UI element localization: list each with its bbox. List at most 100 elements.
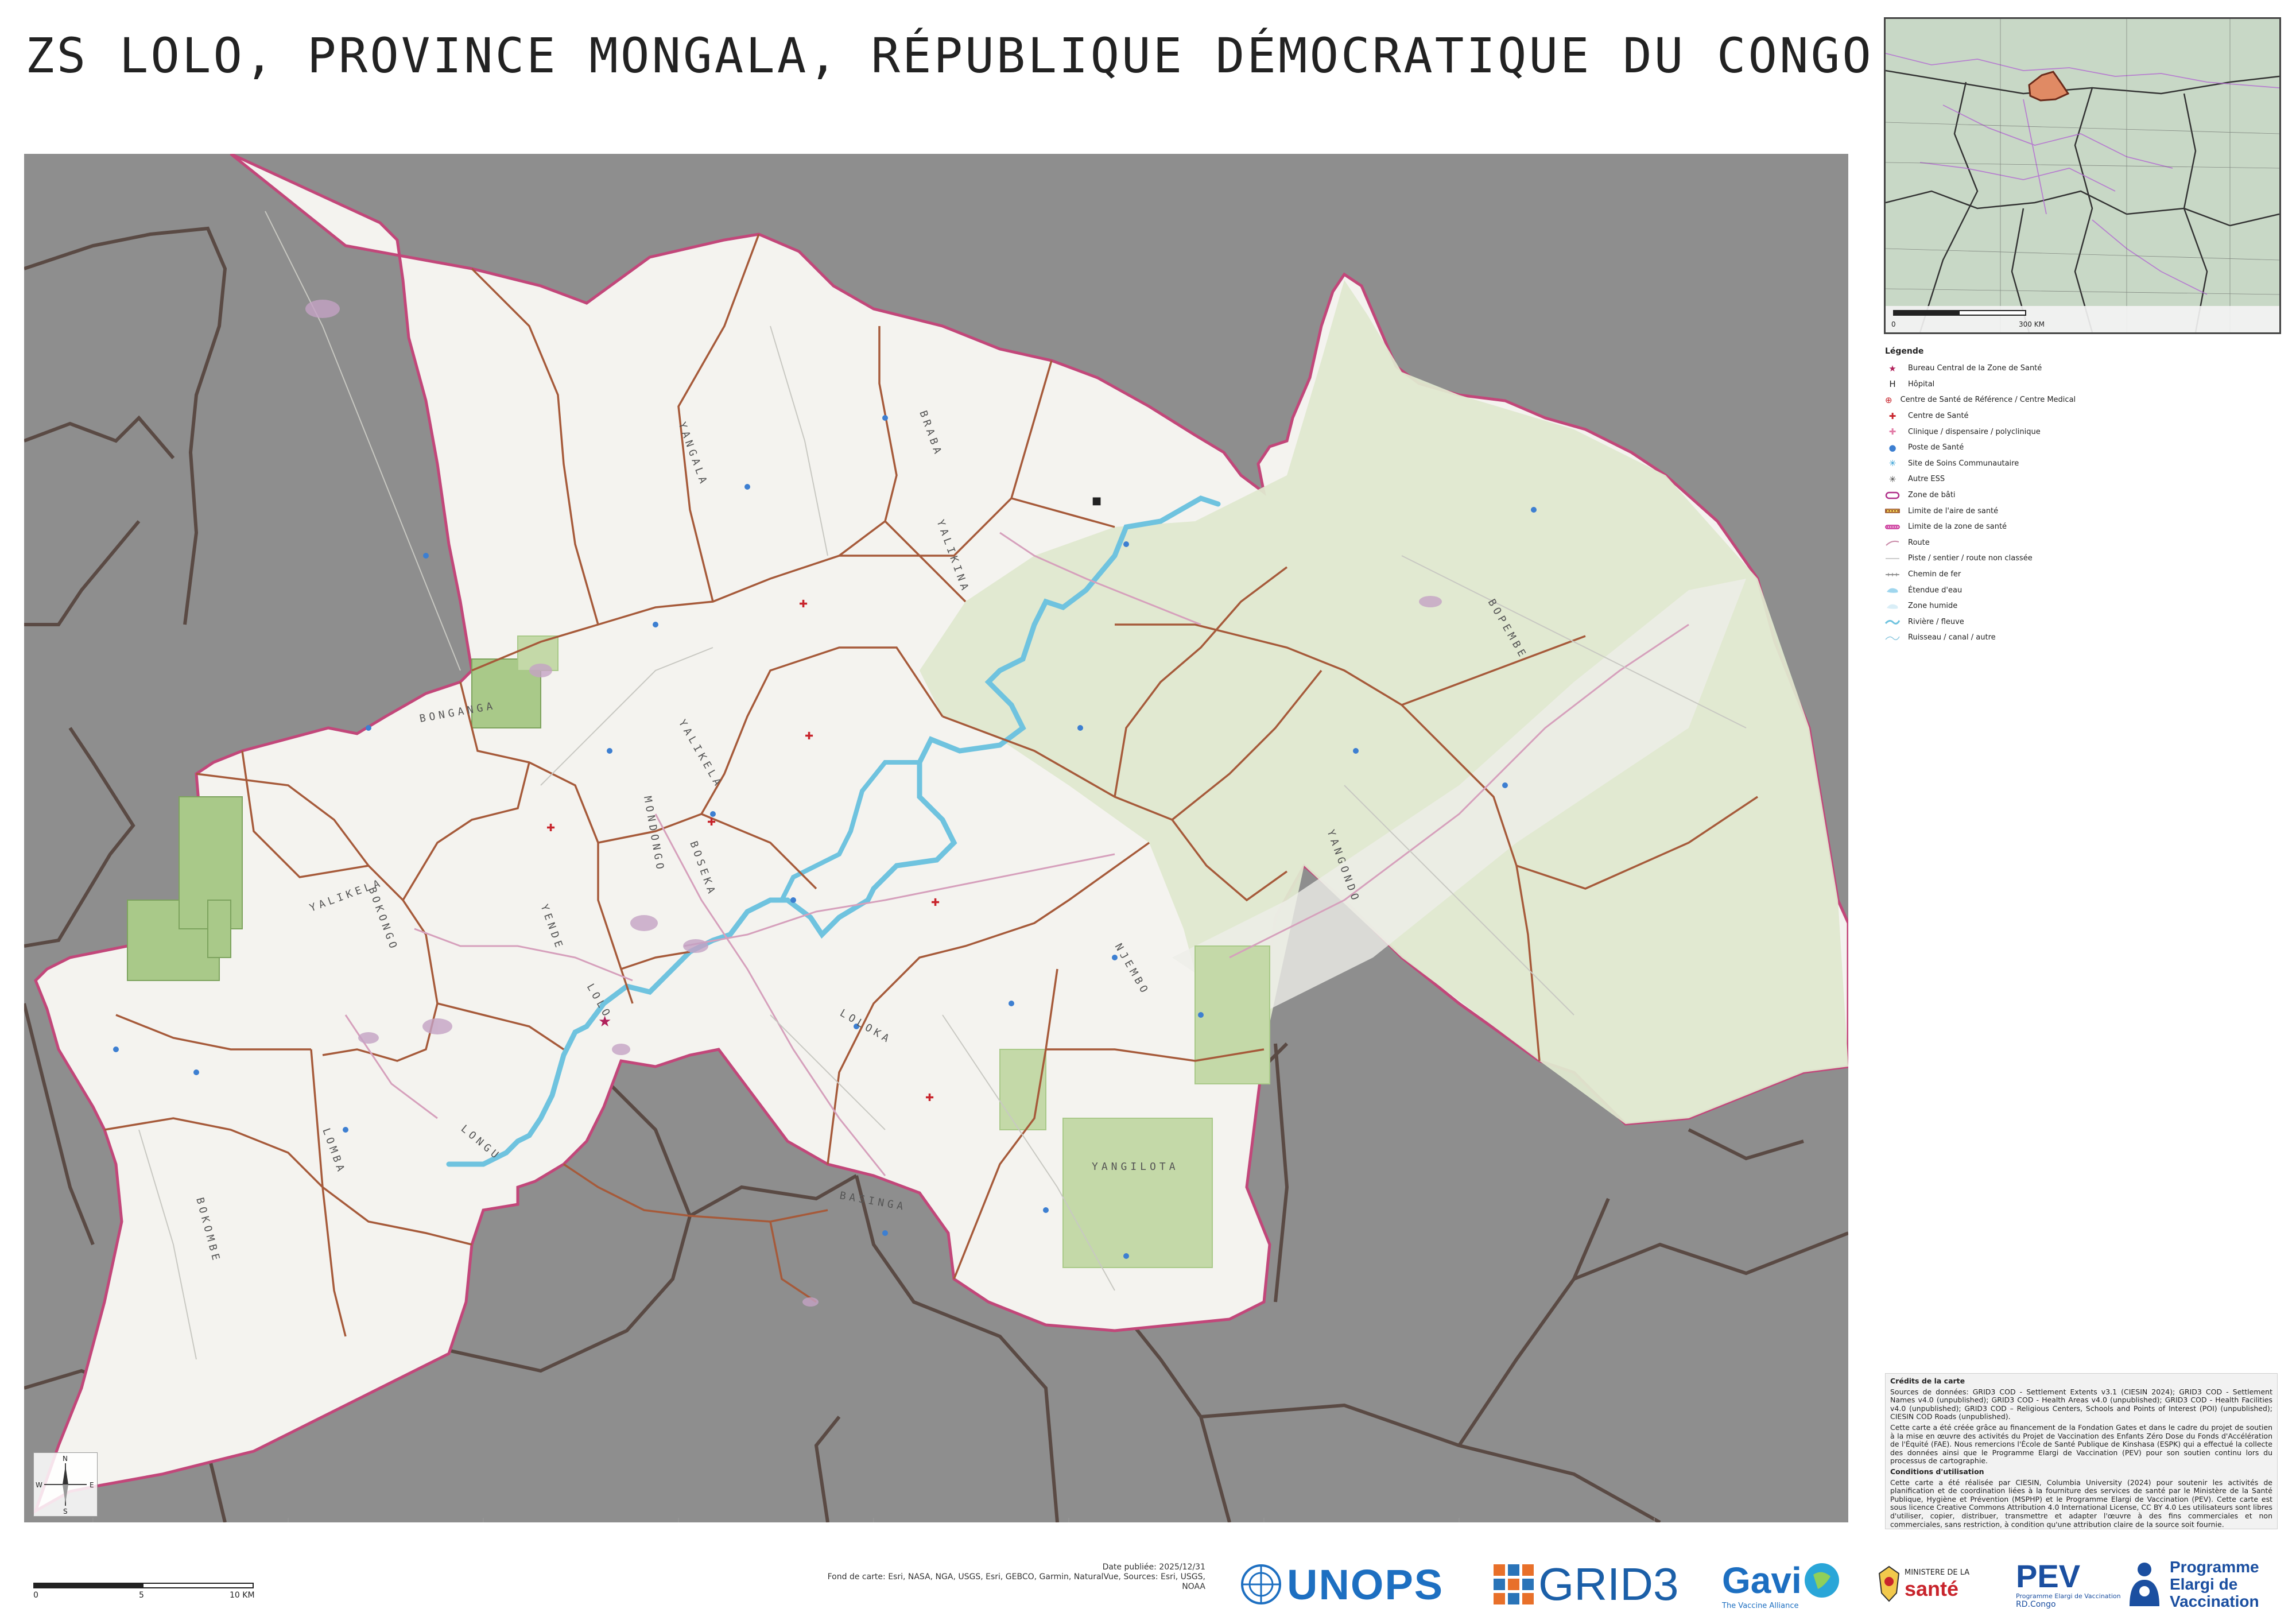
legend-item-label: Route xyxy=(1908,538,1930,547)
scale-label: 10 KM xyxy=(230,1591,255,1600)
north-arrow: N S E W xyxy=(33,1452,98,1517)
legend-symbol-icon: ✚ xyxy=(1888,427,1896,437)
gavi-globe-icon xyxy=(1804,1563,1839,1598)
legend-symbol-icon: H xyxy=(1889,379,1896,390)
legend-item-label: Autre ESS xyxy=(1908,475,1945,484)
credits-sources: Sources de données: GRID3 COD - Settleme… xyxy=(1890,1387,2272,1421)
legend-item: Rivière / fleuve xyxy=(1885,614,2057,630)
inset-scale-zero: 0 xyxy=(1891,320,1896,328)
legend-item-label: Hôpital xyxy=(1908,379,1935,389)
legend-item: Piste / sentier / route non classée xyxy=(1885,551,2057,567)
basemap-credit: Fond de carte: Esri, NASA, NGA, USGS, Es… xyxy=(827,1572,1205,1591)
compass-south: S xyxy=(63,1507,68,1516)
programme-line: Elargi de xyxy=(2170,1575,2238,1593)
svg-text:✚: ✚ xyxy=(707,816,716,828)
legend-symbol-icon xyxy=(1885,522,1900,532)
legend-symbol-icon xyxy=(1885,506,1900,516)
legend-item-label: Limite de l'aire de santé xyxy=(1908,506,1999,516)
pev-country: RD.Congo xyxy=(2016,1599,2056,1609)
ministere-sante-logo: MINISTERE DE LA santé xyxy=(1876,1560,1969,1609)
unops-logo: UNOPS xyxy=(1240,1560,1444,1609)
gavi-subtitle: The Vaccine Alliance xyxy=(1722,1601,1799,1610)
legend-symbol-icon xyxy=(1885,553,1900,564)
legend-symbol-icon: ✳ xyxy=(1888,458,1896,469)
vaccination-family-icon xyxy=(2130,1563,2159,1606)
scale-label: 0 xyxy=(33,1591,38,1600)
legend-item-label: Ruisseau / canal / autre xyxy=(1908,633,1996,642)
legend-symbol-icon xyxy=(1885,490,1900,501)
compass-west: W xyxy=(36,1481,42,1489)
legend-item: H Hôpital xyxy=(1885,377,2057,393)
legend-item-label: Étendue d'eau xyxy=(1908,586,1963,595)
grid3-logo: GRID3 xyxy=(1492,1559,1679,1610)
legend-item-label: Poste de Santé xyxy=(1908,443,1964,452)
programme-line: Programme xyxy=(2170,1558,2259,1576)
legend-item: Limite de la zone de santé xyxy=(1885,519,2057,535)
legend-item: ⊕ Centre de Santé de Référence / Centre M… xyxy=(1885,392,2076,408)
unops-text: UNOPS xyxy=(1287,1560,1444,1609)
legend-item-label: Clinique / dispensaire / polyclinique xyxy=(1908,427,2041,436)
legend-symbol-icon xyxy=(1885,633,1900,643)
legend-item-label: Site de Soins Communautaire xyxy=(1908,459,2019,468)
legend-item-label: Zone humide xyxy=(1908,602,1958,611)
credits-box: Crédits de la carte Sources de données: … xyxy=(1885,1373,2278,1529)
legend-symbol-icon xyxy=(1885,569,1900,580)
legend-item-label: Bureau Central de la Zone de Santé xyxy=(1908,364,2042,373)
gavi-logo: Gavi The Vaccine Alliance xyxy=(1722,1559,1842,1610)
legend-item-label: Zone de bâti xyxy=(1908,491,1956,500)
legend-item: ● Poste de Santé xyxy=(1885,440,2057,456)
svg-text:■: ■ xyxy=(1092,495,1102,507)
main-map-svg: ★ ✚ ✚ ✚ ✚ ✚ ✚ ■ YANGALA BRABA YALIKINA B… xyxy=(24,154,1848,1522)
svg-text:✚: ✚ xyxy=(546,822,555,834)
legend-item-label: Centre de Santé de Référence / Centre Me… xyxy=(1900,396,2076,405)
overview-inset-map: 0 300 KM xyxy=(1884,17,2281,334)
legend-item-label: Chemin de fer xyxy=(1908,570,1961,579)
legend-item-label: Rivière / fleuve xyxy=(1908,617,1964,626)
legend-item: Ruisseau / canal / autre xyxy=(1885,630,2057,646)
map-title: ZS LOLO, PROVINCE MONGALA, RÉPUBLIQUE DÉ… xyxy=(25,28,1874,84)
legend-item: Route xyxy=(1885,535,2057,551)
svg-text:✚: ✚ xyxy=(925,1092,934,1104)
scale-label: 5 xyxy=(139,1591,144,1600)
pev-logo: PEV Programme Elargi de Vaccination RD.C… xyxy=(2016,1560,2121,1609)
legend-symbol-icon: ✳ xyxy=(1888,474,1896,485)
legend-symbol-icon: ● xyxy=(1888,442,1896,453)
compass-north: N xyxy=(63,1455,68,1463)
main-map[interactable]: ★ ✚ ✚ ✚ ✚ ✚ ✚ ■ YANGALA BRABA YALIKINA B… xyxy=(24,154,1848,1522)
legend-item: ✚ Clinique / dispensaire / polyclinique xyxy=(1885,424,2057,440)
gavi-text: Gavi xyxy=(1722,1559,1802,1601)
legend-symbol-icon xyxy=(1885,617,1900,627)
credits-heading: Crédits de la carte xyxy=(1890,1377,1965,1385)
legend-item: Limite de l'aire de santé xyxy=(1885,503,2057,519)
ministere-text: MINISTERE DE LA xyxy=(1905,1568,1970,1577)
credits-funding: Cette carte a été créée grâce au finance… xyxy=(1890,1423,2272,1466)
legend-item: Zone humide xyxy=(1885,598,2057,614)
legend-item: ✳ Autre ESS xyxy=(1885,471,2057,487)
legend-symbol-icon: ✚ xyxy=(1888,410,1896,421)
publication-date: Date publiée: 2025/12/31 xyxy=(1102,1563,1205,1572)
grid3-text: GRID3 xyxy=(1538,1559,1679,1610)
legend: Légende ★ Bureau Central de la Zone de Sa… xyxy=(1885,347,2076,646)
scale-bar-graphic xyxy=(33,1583,254,1588)
legend-item-label: Centre de Santé xyxy=(1908,412,1969,421)
drc-coat-of-arms-icon xyxy=(1878,1565,1900,1602)
inset-scale-label: 300 KM xyxy=(2019,320,2045,328)
programme-line: Vaccination xyxy=(2170,1592,2259,1610)
conditions-heading: Conditions d'utilisation xyxy=(1890,1467,1984,1476)
compass-east: E xyxy=(90,1481,94,1489)
legend-title: Légende xyxy=(1885,347,1924,356)
footer-info: Date publiée: 2025/12/31 Fond de carte: … xyxy=(804,1563,1205,1592)
legend-item: ★ Bureau Central de la Zone de Santé xyxy=(1885,361,2057,377)
svg-text:✚: ✚ xyxy=(931,897,940,909)
programme-elargi-logo: Programme Elargi de Vaccination xyxy=(2124,1558,2259,1610)
legend-item: ✚ Centre de Santé xyxy=(1885,408,2057,424)
legend-item-label: Piste / sentier / route non classée xyxy=(1908,554,2033,563)
legend-item: Chemin de fer xyxy=(1885,567,2057,583)
pev-subtitle: Programme Elargi de Vaccination xyxy=(2016,1592,2121,1600)
area-label: YANGILOTA xyxy=(1092,1161,1179,1173)
legend-symbol-icon xyxy=(1885,601,1900,611)
legend-item: Étendue d'eau xyxy=(1885,582,2057,598)
legend-item: ✳ Site de Soins Communautaire xyxy=(1885,456,2057,472)
scale-bar: 0 5 10 KM xyxy=(33,1583,256,1608)
legend-symbol-icon xyxy=(1885,585,1900,595)
